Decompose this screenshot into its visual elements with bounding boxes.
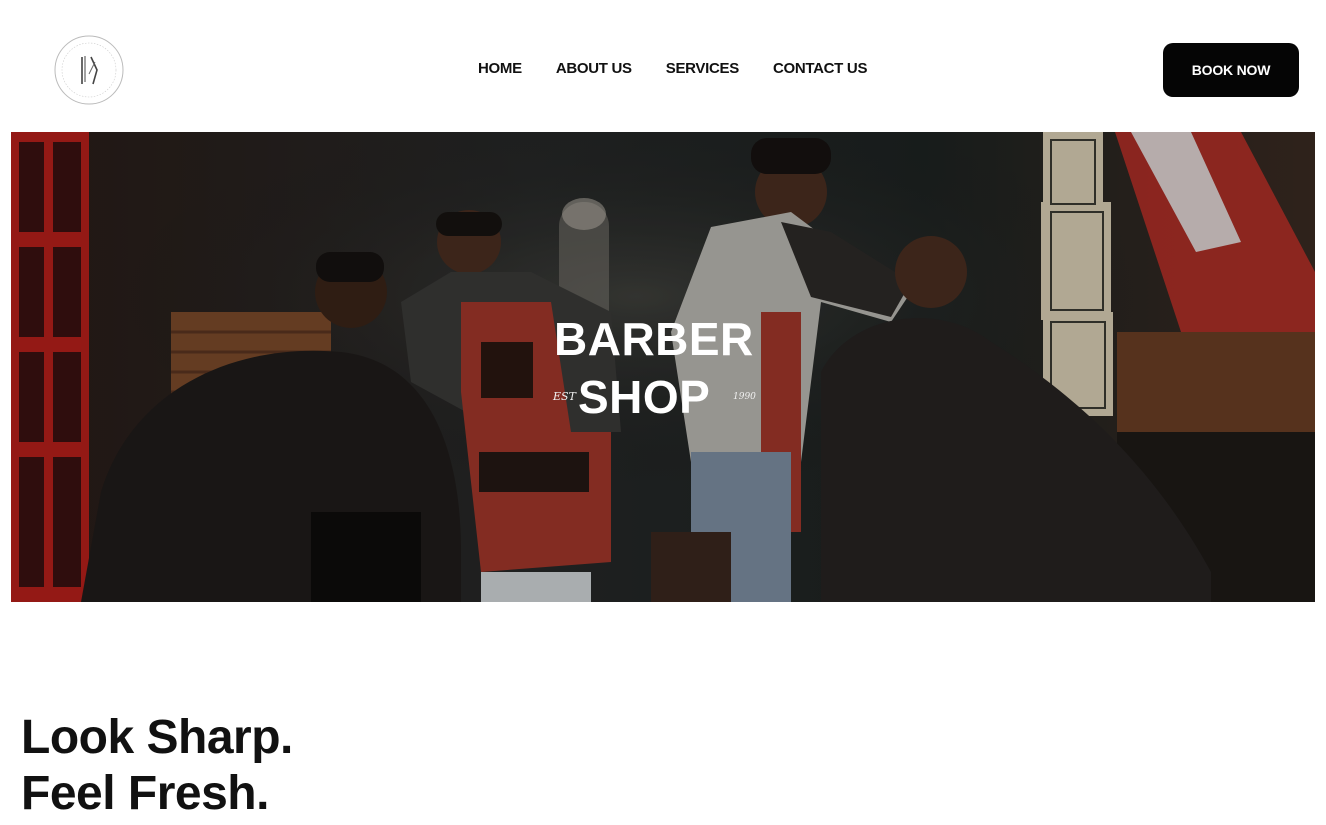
nav-contact-link[interactable]: CONTACT US bbox=[773, 60, 868, 77]
hero-background-image bbox=[11, 132, 1315, 602]
hero-banner: BARBER EST SHOP 1990 bbox=[11, 132, 1315, 602]
tagline-heading: Look Sharp. Feel Fresh. bbox=[21, 710, 293, 822]
main-nav: HOME ABOUT US SERVICES CONTACT US bbox=[478, 60, 867, 77]
nav-about-link[interactable]: ABOUT US bbox=[556, 60, 632, 77]
site-header: HOME ABOUT US SERVICES CONTACT US BOOK N… bbox=[0, 0, 1326, 132]
book-now-button[interactable]: BOOK NOW bbox=[1163, 43, 1299, 97]
nav-services-link[interactable]: SERVICES bbox=[666, 60, 739, 77]
tagline-line2: Feel Fresh. bbox=[21, 767, 269, 820]
barbershop-logo-icon[interactable] bbox=[51, 32, 127, 108]
nav-home-link[interactable]: HOME bbox=[478, 60, 522, 77]
tagline-line1: Look Sharp. bbox=[21, 711, 293, 764]
